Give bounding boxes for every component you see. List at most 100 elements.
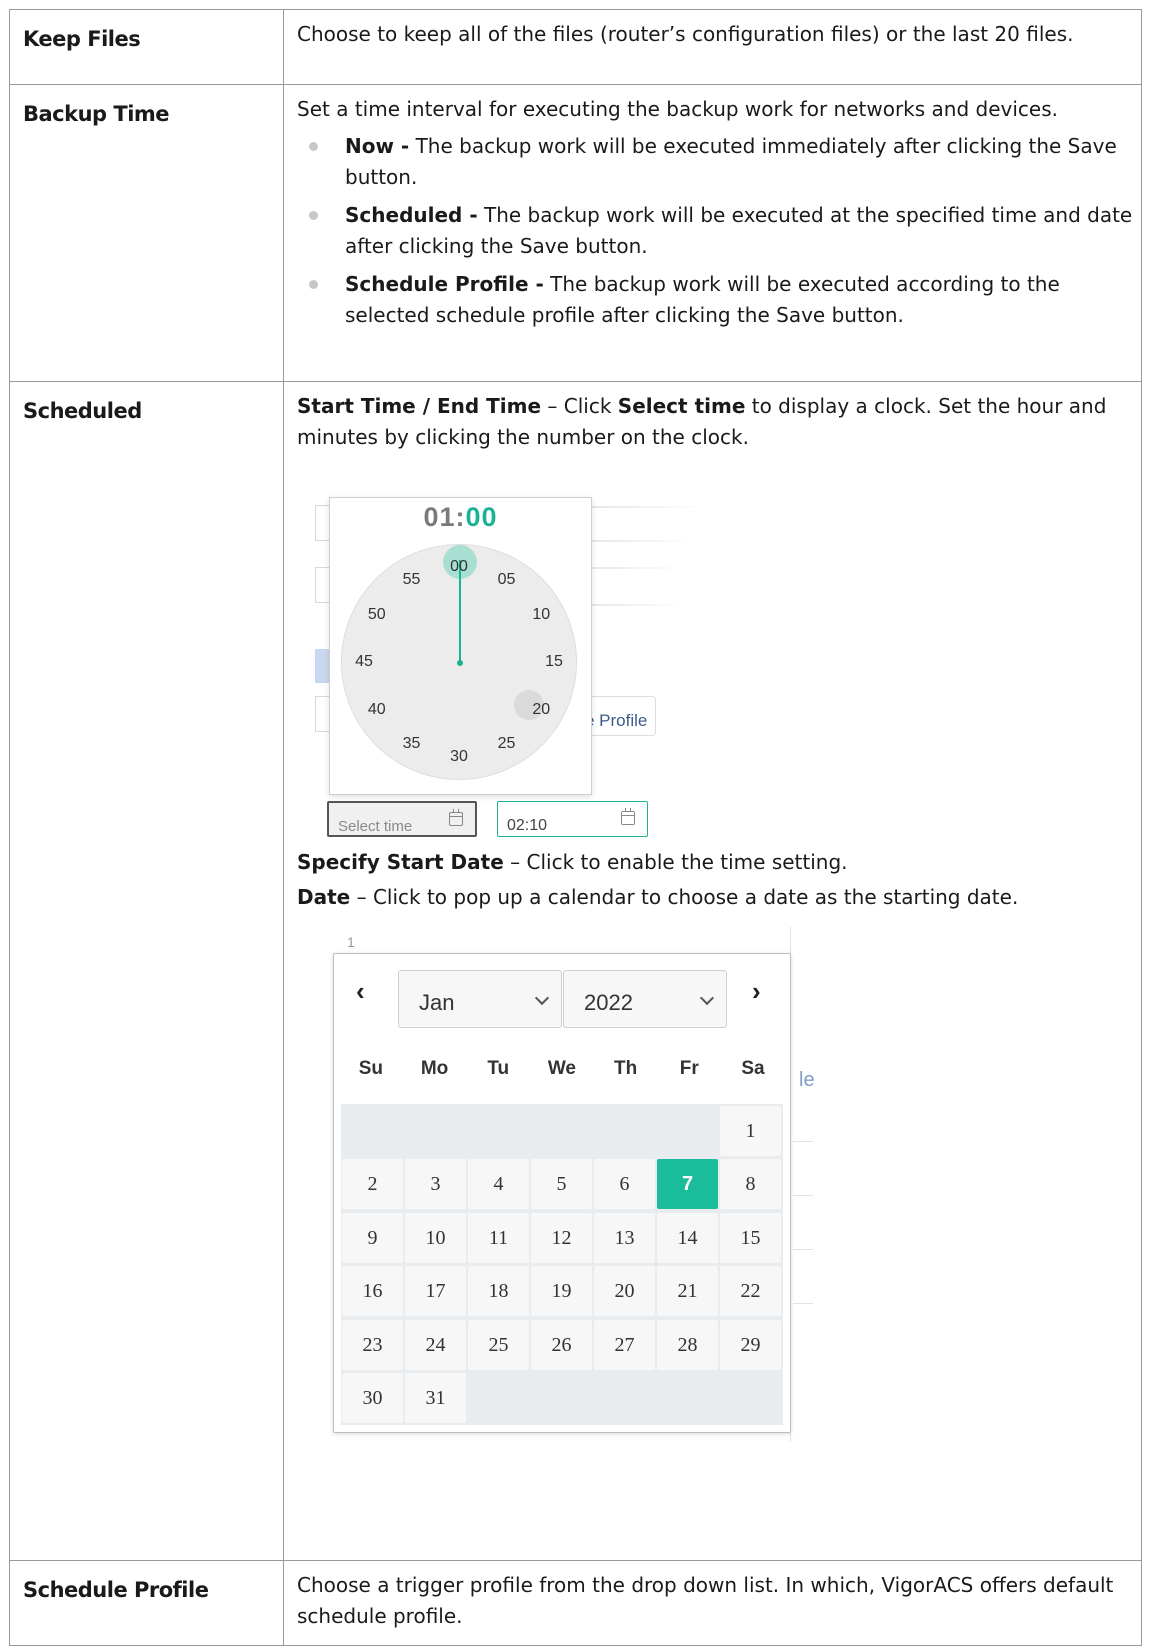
year-select[interactable]: 2022 <box>563 970 727 1028</box>
calendar-day[interactable]: 17 <box>405 1266 466 1316</box>
clock-separator: : <box>455 502 466 532</box>
calendar-week-row: 2345678 <box>341 1158 783 1212</box>
parameter-table: Keep Files Choose to keep all of the fil… <box>9 9 1142 1646</box>
background-line <box>793 1303 813 1304</box>
calendar-day[interactable]: 1 <box>720 1105 781 1156</box>
calendar-day[interactable]: 2 <box>342 1159 403 1209</box>
calendar-week-row: 1 <box>341 1104 783 1158</box>
text: – Click to pop up a calendar to choose a… <box>350 885 1019 909</box>
calendar-day[interactable]: 8 <box>720 1159 781 1209</box>
weekday-label: We <box>547 1058 576 1079</box>
weekday-label: Tu <box>487 1058 510 1079</box>
calendar-day[interactable]: 28 <box>657 1319 718 1370</box>
param-description: Start Time / End Time – Click Select tim… <box>283 381 1142 1561</box>
calendar-week-row: 9 10 11 12 13 14 15 <box>341 1211 783 1265</box>
weekday-label: Fr <box>679 1058 699 1079</box>
calendar-day[interactable]: 9 <box>342 1212 403 1263</box>
param-description: Choose to keep all of the files (router’… <box>283 9 1142 85</box>
clock-tick-25[interactable]: 25 <box>493 734 521 754</box>
term: Date <box>297 885 351 909</box>
calendar-day[interactable]: 5 <box>531 1159 592 1209</box>
calendar-empty-cell <box>468 1106 529 1156</box>
description-text: Choose a trigger profile from the drop d… <box>297 1573 1114 1628</box>
calendar-day[interactable]: 4 <box>468 1159 529 1209</box>
clock-tick-45[interactable]: 45 <box>350 652 378 672</box>
param-label: Keep Files <box>9 9 284 85</box>
end-time-input[interactable]: 02:10 <box>497 801 648 837</box>
clock-tick-00[interactable]: 00 <box>445 557 473 577</box>
calendar-day[interactable]: 26 <box>531 1319 592 1370</box>
month-select[interactable]: Jan <box>398 970 562 1028</box>
param-description: Choose a trigger profile from the drop d… <box>283 1560 1142 1646</box>
calendar-day[interactable]: 12 <box>531 1212 592 1263</box>
weekday-header: Su Mo Tu We Th Fr Sa <box>339 1053 785 1083</box>
calendar-day[interactable]: 30 <box>342 1373 403 1423</box>
table-row-scheduled: Scheduled Start Time / End Time – Click … <box>9 381 1142 1561</box>
weekday-label: Mo <box>420 1058 449 1079</box>
next-month-button[interactable]: › <box>752 976 761 1007</box>
calendar-icon[interactable] <box>621 808 635 825</box>
bullet-icon <box>309 211 318 220</box>
calendar-day[interactable]: 18 <box>468 1266 529 1316</box>
date-picker: ‹ Jan 2022 › Su Mo Tu We Th Fr Sa 12345678 <box>333 953 791 1433</box>
clock-tick-20[interactable]: 20 <box>527 700 555 720</box>
option-term: Scheduled - <box>345 203 478 227</box>
calendar-day[interactable]: 3 <box>405 1159 466 1209</box>
term: Start Time / End Time <box>297 394 542 418</box>
param-label: Backup Time <box>9 84 284 382</box>
option-text: The backup work will be executed immedia… <box>345 134 1117 189</box>
list-item: Schedule Profile - The backup work will … <box>297 269 1141 331</box>
start-time-input[interactable]: Select time <box>327 801 477 837</box>
calendar-day[interactable]: 14 <box>657 1212 718 1263</box>
calendar-empty-cell <box>594 1373 655 1423</box>
description-text: Start Time / End Time – Click Select tim… <box>297 391 1141 453</box>
calendar-icon[interactable] <box>449 809 463 826</box>
background-line <box>793 1195 813 1196</box>
calendar-day[interactable]: 6 <box>594 1159 655 1209</box>
background-line <box>793 1249 813 1250</box>
calendar-day[interactable]: 24 <box>405 1319 466 1370</box>
calendar-day[interactable]: 31 <box>405 1373 466 1423</box>
clock-tick-15[interactable]: 15 <box>540 652 568 672</box>
calendar-day[interactable]: 23 <box>342 1319 403 1370</box>
option-term: Now - <box>345 134 410 158</box>
clock-tick-40[interactable]: 40 <box>363 700 391 720</box>
clock-tick-35[interactable]: 35 <box>398 734 426 754</box>
clock-time-display: 01:00 <box>330 502 591 533</box>
calendar-week-row: 23 24 25 26 27 28 29 <box>341 1318 783 1372</box>
calendar-day[interactable]: 16 <box>342 1266 403 1316</box>
calendar-empty-cell <box>468 1373 529 1423</box>
param-label: Scheduled <box>9 381 284 1561</box>
calendar-day[interactable]: 15 <box>720 1212 781 1263</box>
term: Specify Start Date <box>297 850 504 874</box>
calendar-screenshot: 1 le ‹ Jan 2022 › Su Mo Tu We Th Fr Sa 1… <box>333 927 815 1447</box>
calendar-day[interactable]: 22 <box>720 1266 781 1316</box>
calendar-day[interactable]: 10 <box>405 1212 466 1263</box>
clock-hour[interactable]: 01 <box>423 502 455 532</box>
list-item: Scheduled - The backup work will be exec… <box>297 200 1141 262</box>
calendar-day[interactable]: 21 <box>657 1266 718 1316</box>
calendar-day[interactable]: 11 <box>468 1212 529 1263</box>
description-text: Specify Start Date – Click to enable the… <box>297 847 1141 878</box>
clock-tick-50[interactable]: 50 <box>363 605 391 625</box>
prev-month-button[interactable]: ‹ <box>356 976 365 1007</box>
clock-tick-05[interactable]: 05 <box>493 570 521 590</box>
calendar-day[interactable]: 25 <box>468 1319 529 1370</box>
chevron-down-icon <box>534 990 550 1006</box>
clock-tick-30[interactable]: 30 <box>445 747 473 767</box>
clock-minute[interactable]: 00 <box>466 502 498 532</box>
calendar-day[interactable]: 20 <box>594 1266 655 1316</box>
calendar-day[interactable]: 29 <box>720 1319 781 1370</box>
chevron-down-icon <box>699 990 715 1006</box>
clock-tick-10[interactable]: 10 <box>527 605 555 625</box>
calendar-grid: Su Mo Tu We Th Fr Sa 1 2 3 4 5 6 7 8 9 10 11 12 13 14 15 16 17… <box>339 1053 785 1425</box>
clock-tick-55[interactable]: 55 <box>398 570 426 590</box>
calendar-day[interactable]: 7 <box>657 1159 718 1209</box>
calendar-day[interactable]: 13 <box>594 1212 655 1263</box>
clock-face[interactable]: 00 05 10 15 20 25 30 35 40 45 50 55 <box>341 544 577 780</box>
calendar-week-row: 30 31 <box>341 1372 783 1426</box>
calendar-day[interactable]: 19 <box>531 1266 592 1316</box>
year-value: 2022 <box>584 990 633 1015</box>
list-item: Now - The backup work will be executed i… <box>297 131 1141 193</box>
calendar-day[interactable]: 27 <box>594 1319 655 1370</box>
